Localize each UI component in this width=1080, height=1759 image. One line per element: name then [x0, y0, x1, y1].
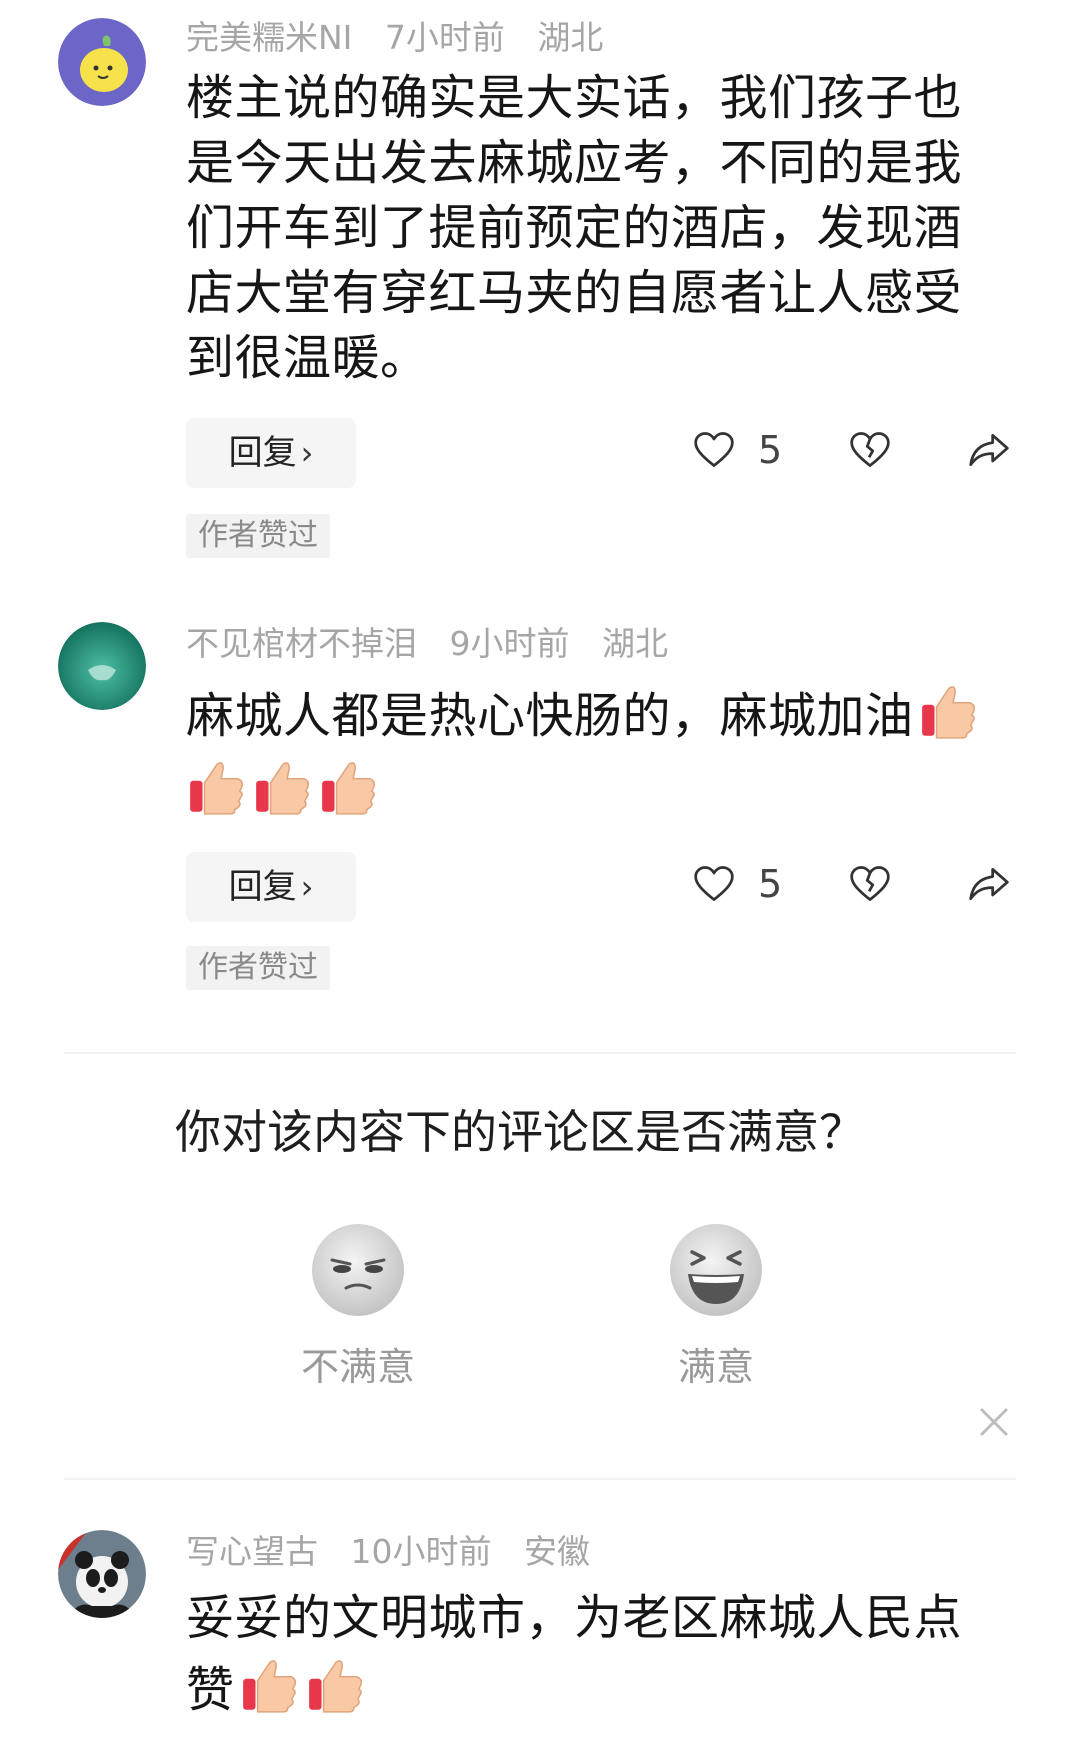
location: 湖北 [537, 18, 604, 57]
dissatisfied-label[interactable]: 不满意 [258, 1342, 458, 1392]
like-button[interactable]: 5 [692, 428, 782, 472]
avatar[interactable] [58, 622, 146, 710]
timestamp: 10小时前 [350, 1532, 492, 1571]
reply-label: 回复 [228, 433, 297, 473]
close-icon[interactable] [976, 1404, 1012, 1440]
avatar[interactable] [58, 18, 146, 106]
like-button[interactable]: 5 [692, 862, 782, 906]
thumbs-up-emoji-icon [252, 756, 314, 818]
broken-heart-icon [850, 432, 890, 467]
chevron-right-icon: › [300, 434, 314, 472]
thumbs-up-emoji-icon [318, 756, 380, 818]
lemon-avatar-icon [58, 18, 146, 106]
dislike-button[interactable] [848, 862, 892, 906]
author-liked-badge: 作者赞过 [186, 946, 330, 990]
username[interactable]: 不见棺材不掉泪 [186, 624, 417, 663]
heart-icon [694, 866, 734, 901]
comment-text: 楼主说的确实是大实话，我们孩子也是今天出发去麻城应考，不同的是我们开车到了提前预… [186, 70, 963, 386]
satisfied-label[interactable]: 满意 [616, 1342, 816, 1392]
avatar[interactable] [58, 1530, 146, 1618]
location: 湖北 [602, 624, 668, 663]
survey-question: 你对该内容下的评论区是否满意？ [175, 1105, 865, 1159]
like-count: 5 [758, 428, 783, 472]
comment-text-body: 麻城人都是热心快肠的，麻城加油 [186, 688, 914, 744]
comment-text-body: 妥妥的文明城市，为老区麻城人民点赞 [186, 1590, 963, 1718]
teal-avatar-icon [58, 622, 146, 710]
share-button[interactable] [966, 428, 1012, 472]
timestamp: 7小时前 [384, 18, 505, 57]
thumbs-up-emoji-icon [305, 1654, 367, 1716]
comment-meta: 写心望古 10小时前 安徽 [186, 1530, 612, 1574]
comment-text: 妥妥的文明城市，为老区麻城人民点赞 [186, 1582, 1006, 1726]
thumbs-up-emoji-icon [186, 756, 248, 818]
comment-meta: 完美糯米NI 7小时前 湖北 [186, 16, 625, 60]
share-icon [969, 433, 1009, 467]
laughing-face-icon[interactable] [668, 1222, 764, 1318]
comment-text: 麻城人都是热心快肠的，麻城加油 [186, 678, 1006, 830]
broken-heart-icon [850, 866, 890, 901]
thumbs-up-emoji-icon [239, 1654, 301, 1716]
reply-button[interactable]: 回复 › [186, 852, 356, 922]
share-button[interactable] [966, 862, 1012, 906]
heart-icon [694, 432, 734, 467]
location: 安徽 [524, 1532, 590, 1571]
username[interactable]: 完美糯米NI [186, 18, 352, 57]
chevron-right-icon: › [300, 868, 314, 906]
share-icon [969, 867, 1009, 901]
divider [64, 1478, 1016, 1480]
timestamp: 9小时前 [449, 624, 570, 663]
dislike-button[interactable] [848, 428, 892, 472]
reply-button[interactable]: 回复 › [186, 418, 356, 488]
thumbs-up-emoji-icon [918, 680, 980, 742]
reply-label: 回复 [228, 867, 297, 907]
like-count: 5 [758, 862, 783, 906]
unamused-face-icon[interactable] [310, 1222, 406, 1318]
panda-avatar-icon [58, 1530, 146, 1618]
divider [64, 1052, 1016, 1054]
username[interactable]: 写心望古 [186, 1532, 318, 1571]
author-liked-badge: 作者赞过 [186, 514, 330, 558]
comment-meta: 不见棺材不掉泪 9小时前 湖北 [186, 622, 690, 666]
